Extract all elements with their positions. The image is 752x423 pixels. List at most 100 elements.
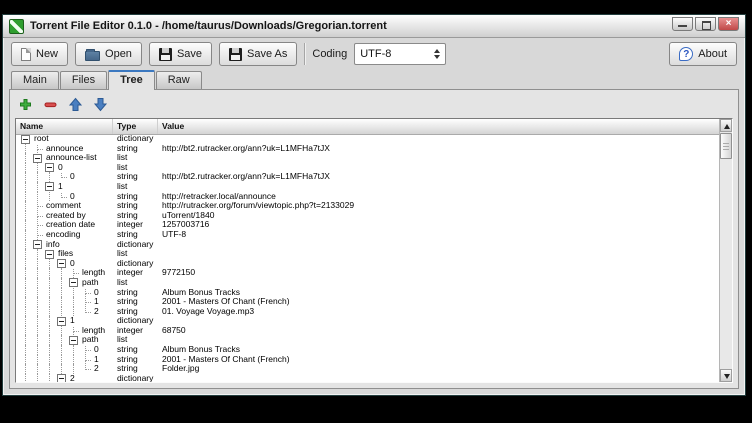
tree-row[interactable]: fileslist <box>16 249 719 259</box>
tree-cell-type: string <box>113 297 158 307</box>
collapse-expander-icon[interactable] <box>68 278 80 288</box>
tree-row[interactable]: 1string2001 - Masters Of Chant (French) <box>16 355 719 365</box>
coding-select[interactable]: UTF-8 <box>354 43 446 65</box>
main-toolbar: New Open Save Save As Coding UTF-8 ? Abo… <box>3 38 745 70</box>
tree-cell-type: dictionary <box>113 259 158 269</box>
scroll-down-arrow-icon[interactable] <box>720 369 732 382</box>
save-button[interactable]: Save <box>149 42 212 66</box>
collapse-expander-icon[interactable] <box>44 182 56 192</box>
tree-guide-line <box>44 307 56 317</box>
tree-cell-value <box>158 335 719 345</box>
tab-tree[interactable]: Tree <box>108 70 155 90</box>
tree-row[interactable]: 0stringAlbum Bonus Tracks <box>16 288 719 298</box>
tree-row[interactable]: 1string2001 - Masters Of Chant (French) <box>16 297 719 307</box>
column-header-name[interactable]: Name <box>16 119 113 134</box>
tree-cell-name: root <box>16 134 113 144</box>
collapse-expander-icon[interactable] <box>20 134 32 144</box>
tree-row[interactable]: announcestringhttp://bt2.rutracker.org/a… <box>16 144 719 154</box>
tree-guide-line <box>32 278 44 288</box>
tree-cell-type: list <box>113 278 158 288</box>
collapse-expander-icon[interactable] <box>56 374 68 382</box>
tab-bar: MainFilesTreeRaw <box>3 70 745 89</box>
collapse-expander-icon[interactable] <box>68 335 80 345</box>
tree-row[interactable]: 0list <box>16 163 719 173</box>
tree-row[interactable]: pathlist <box>16 335 719 345</box>
tree-cell-type: string <box>113 230 158 240</box>
vertical-scrollbar[interactable] <box>719 119 732 382</box>
tree-cell-value <box>158 316 719 326</box>
tree-row[interactable]: 0stringAlbum Bonus Tracks <box>16 345 719 355</box>
tree-row[interactable]: 1list <box>16 182 719 192</box>
collapse-expander-icon[interactable] <box>32 240 44 250</box>
tree-guide-line <box>56 278 68 288</box>
tree-cell-type: string <box>113 211 158 221</box>
tree-row[interactable]: 2dictionary <box>16 374 719 382</box>
collapse-expander-icon[interactable] <box>44 249 56 259</box>
open-button-label: Open <box>105 48 132 60</box>
tree-branch-line <box>80 297 92 307</box>
tree-guide-line <box>32 297 44 307</box>
tree-row[interactable]: 1dictionary <box>16 316 719 326</box>
collapse-expander-icon[interactable] <box>44 163 56 173</box>
tab-raw[interactable]: Raw <box>156 71 202 89</box>
tree-guide-line <box>44 288 56 298</box>
open-button[interactable]: Open <box>75 42 142 66</box>
tree-row[interactable]: encodingstringUTF-8 <box>16 230 719 240</box>
title-bar[interactable]: Torrent File Editor 0.1.0 - /home/taurus… <box>3 15 745 38</box>
save-as-button[interactable]: Save As <box>219 42 297 66</box>
tree-cell-type: string <box>113 172 158 182</box>
tree-cell-type: string <box>113 201 158 211</box>
scrollbar-thumb[interactable] <box>720 133 732 159</box>
minimize-button[interactable] <box>672 17 693 31</box>
tree-row[interactable]: created bystringuTorrent/1840 <box>16 211 719 221</box>
tree-guide-line <box>20 326 32 336</box>
tree-row[interactable]: lengthinteger68750 <box>16 326 719 336</box>
tree-row[interactable]: 2stringFolder.jpg <box>16 364 719 374</box>
collapse-expander-icon[interactable] <box>32 153 44 163</box>
tree-row[interactable]: 0dictionary <box>16 259 719 269</box>
tree-cell-value: UTF-8 <box>158 230 719 240</box>
tree-branch-line <box>80 355 92 365</box>
node-name: announce-list <box>46 153 97 163</box>
move-up-button[interactable] <box>68 97 83 112</box>
tree-cell-name: files <box>16 249 113 259</box>
tree-cell-value: http://bt2.rutracker.org/ann?uk=L1MFHa7t… <box>158 172 719 182</box>
collapse-expander-icon[interactable] <box>56 259 68 269</box>
tree-row[interactable]: path list <box>16 278 719 288</box>
tree-guide-line <box>68 364 80 374</box>
tree-row[interactable]: 0stringhttp://retracker.local/announce <box>16 192 719 202</box>
tree-guide-line <box>56 345 68 355</box>
close-button[interactable]: × <box>718 17 739 31</box>
column-header-value[interactable]: Value <box>158 119 719 134</box>
maximize-button[interactable] <box>695 17 716 31</box>
tree-guide-line <box>44 355 56 365</box>
tree-row[interactable]: creation dateinteger1257003716 <box>16 220 719 230</box>
tree-view: Name Type Value rootdictionaryannouncest… <box>15 118 733 383</box>
column-header-type[interactable]: Type <box>113 119 158 134</box>
tree-row[interactable]: 0stringhttp://bt2.rutracker.org/ann?uk=L… <box>16 172 719 182</box>
tree-row[interactable]: commentstringhttp://rutracker.org/forum/… <box>16 201 719 211</box>
collapse-expander-icon[interactable] <box>56 316 68 326</box>
tree-row[interactable]: lengthinteger9772150 <box>16 268 719 278</box>
tree-cell-name: 0 <box>16 259 113 269</box>
about-button[interactable]: ? About <box>669 42 737 66</box>
new-button[interactable]: New <box>11 42 68 66</box>
tree-row[interactable]: 2string01. Voyage Voyage.mp3 <box>16 307 719 317</box>
tree-row[interactable]: infodictionary <box>16 240 719 250</box>
tree-branch-line <box>32 230 44 240</box>
add-item-button[interactable] <box>18 97 33 112</box>
tree-guide-line <box>20 230 32 240</box>
tree-cell-value <box>158 182 719 192</box>
tree-row[interactable]: announce-listlist <box>16 153 719 163</box>
scroll-up-arrow-icon[interactable] <box>720 119 732 132</box>
tab-files[interactable]: Files <box>60 71 107 89</box>
tree-cell-name: length <box>16 268 113 278</box>
tree-row[interactable]: rootdictionary <box>16 134 719 144</box>
node-name: 1 <box>94 355 99 365</box>
tree-toolbar <box>15 93 733 118</box>
move-down-button[interactable] <box>93 97 108 112</box>
remove-item-button[interactable] <box>43 97 58 112</box>
node-name: path <box>82 278 99 288</box>
tree-cell-value: http://retracker.local/announce <box>158 192 719 202</box>
tab-main[interactable]: Main <box>11 71 59 89</box>
